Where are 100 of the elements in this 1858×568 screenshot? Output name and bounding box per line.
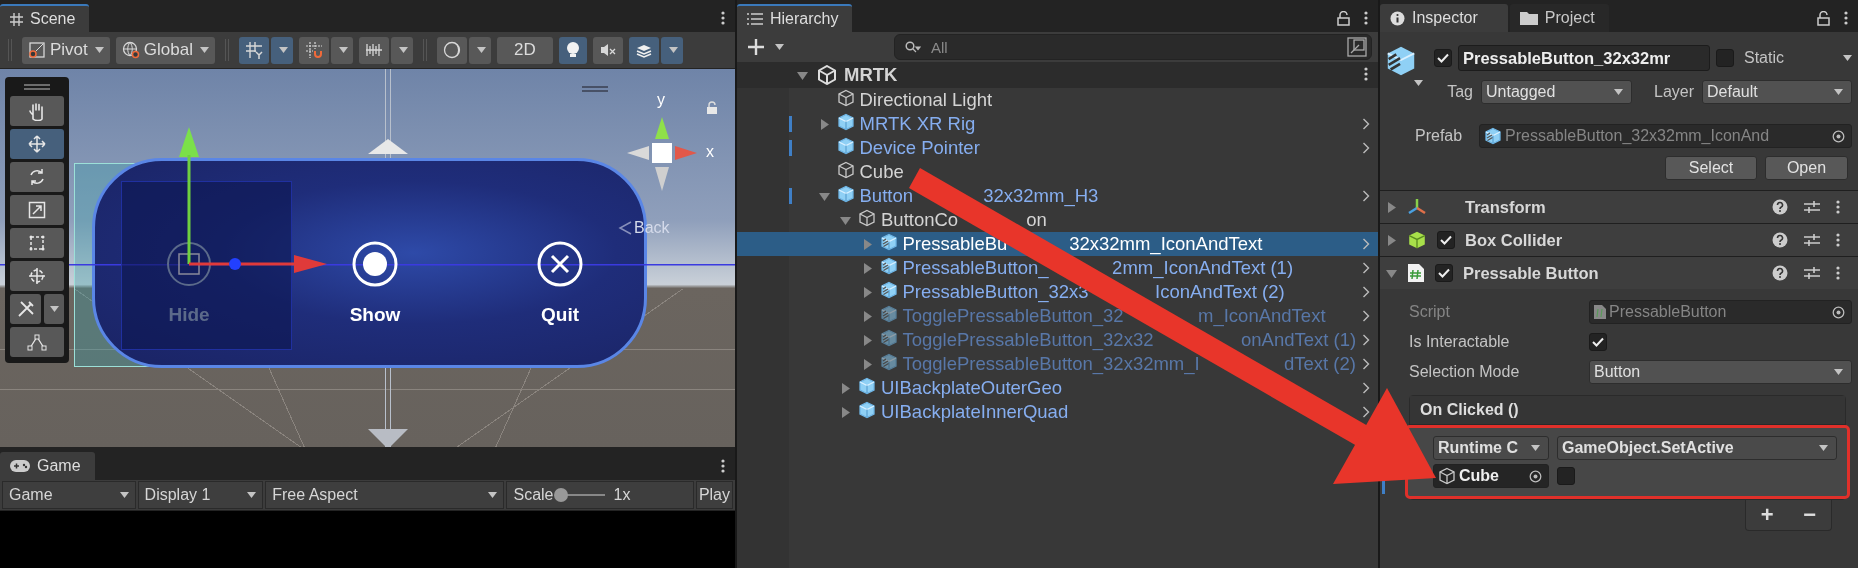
tool-button[interactable] <box>10 195 64 225</box>
hierarchy-item[interactable]: Button <box>859 185 913 207</box>
hierarchy-item[interactable]: UIBackplateInnerQuad <box>881 401 1069 423</box>
help-icon[interactable] <box>1772 232 1788 248</box>
more-icon[interactable] <box>1364 11 1368 25</box>
layer-dropdown[interactable]: Default <box>1702 80 1852 104</box>
caret-icon[interactable] <box>1414 80 1423 86</box>
menu-button[interactable] <box>660 36 683 64</box>
expanded-arrow-icon[interactable] <box>797 69 808 81</box>
active-checkbox[interactable] <box>1434 49 1452 67</box>
prefab-field[interactable]: PressableButton_32x32mm_IconAnd <box>1479 124 1852 148</box>
collapsed-arrow-icon[interactable] <box>1386 234 1397 246</box>
tool-button[interactable] <box>10 96 64 126</box>
toolbar-button[interactable] <box>238 36 269 64</box>
chevron-icon[interactable] <box>1362 190 1370 202</box>
collapsed-arrow-icon[interactable] <box>1386 201 1397 213</box>
menu-button[interactable] <box>270 36 293 64</box>
tool-button[interactable] <box>10 129 64 159</box>
collapsed-arrow-icon[interactable] <box>861 310 873 322</box>
checkbox[interactable] <box>1589 333 1607 351</box>
chevron-icon[interactable] <box>1362 382 1370 394</box>
chevron-icon[interactable] <box>1362 262 1370 274</box>
y-axis-handle[interactable] <box>179 127 199 264</box>
expanded-arrow-icon[interactable] <box>818 190 830 202</box>
tool-button[interactable] <box>10 261 64 291</box>
toolbar-button[interactable] <box>558 36 587 64</box>
toolbar-button[interactable] <box>592 36 623 64</box>
popout-icon[interactable] <box>1346 36 1368 58</box>
sliders-icon[interactable] <box>1804 199 1820 215</box>
object-picker-icon[interactable] <box>1529 469 1542 483</box>
chevron-icon[interactable] <box>1362 142 1370 154</box>
lock-icon[interactable] <box>1817 10 1830 26</box>
more-icon[interactable] <box>721 11 725 25</box>
hierarchy-item[interactable]: Cube <box>859 161 904 183</box>
chevron-icon[interactable] <box>1362 406 1370 418</box>
collapsed-arrow-icon[interactable] <box>861 358 873 370</box>
dropdown[interactable]: Global <box>115 36 215 64</box>
collapsed-arrow-icon[interactable] <box>861 334 873 346</box>
enable-checkbox[interactable] <box>1435 264 1453 282</box>
chevron-icon[interactable] <box>1362 286 1370 298</box>
panel-tab[interactable]: Inspector <box>1380 4 1508 32</box>
hierarchy-item[interactable]: ButtonCo <box>881 209 959 231</box>
component-header[interactable]: Transform <box>1380 190 1858 223</box>
mode-button[interactable]: 2D <box>496 36 553 64</box>
toolbar-button[interactable] <box>628 36 659 64</box>
add-button[interactable]: + <box>1760 502 1774 528</box>
argument-checkbox[interactable] <box>1557 467 1575 485</box>
sliders-icon[interactable] <box>1804 232 1820 248</box>
hierarchy-item[interactable]: UIBackplateOuterGeo <box>881 377 1062 399</box>
component-header[interactable]: Pressable Button <box>1380 256 1858 289</box>
panel-tab[interactable]: Project <box>1509 4 1609 32</box>
more-icon[interactable] <box>1836 266 1840 280</box>
hierarchy-item[interactable]: PressableButton_32x3 <box>902 281 1089 303</box>
remove-button[interactable]: − <box>1803 502 1817 528</box>
function-dropdown[interactable]: GameObject.SetActive <box>1557 436 1837 460</box>
name-field[interactable]: PressableButton_32x32mr <box>1458 45 1710 71</box>
collapsed-arrow-icon[interactable] <box>861 262 873 274</box>
add-icon[interactable] <box>747 38 765 56</box>
slider-thumb[interactable] <box>554 488 569 502</box>
toolbar-button[interactable] <box>436 36 467 64</box>
sliders-icon[interactable] <box>1804 265 1820 281</box>
hierarchy-item[interactable]: MRTK <box>844 64 898 86</box>
runtime-dropdown[interactable]: Runtime C <box>1433 436 1549 460</box>
more-icon[interactable] <box>1836 200 1840 214</box>
hierarchy-tab[interactable]: Hierarchy <box>737 4 853 32</box>
prefab-button[interactable]: Open <box>1765 156 1848 180</box>
scene-row[interactable]: MRTK <box>737 62 1378 88</box>
search-field[interactable]: All <box>894 34 1372 60</box>
play-focus-dropdown[interactable]: Play <box>695 481 733 509</box>
toolbar-button[interactable] <box>358 36 389 64</box>
dropdown[interactable]: Display 1 <box>137 481 264 509</box>
drag-handle-icon[interactable] <box>24 84 50 90</box>
hierarchy-item[interactable]: Device Pointer <box>859 137 980 159</box>
toolbar-button[interactable] <box>298 36 329 64</box>
menu-button[interactable] <box>330 36 353 64</box>
more-icon[interactable] <box>1836 233 1840 247</box>
more-icon[interactable] <box>1364 67 1368 81</box>
tool-button[interactable] <box>10 327 64 357</box>
chevron-icon[interactable] <box>1362 238 1370 250</box>
hierarchy-item[interactable]: PressableBu <box>902 233 1008 255</box>
lock-icon[interactable] <box>1337 10 1350 26</box>
game-tab[interactable]: Game <box>0 452 95 480</box>
help-icon[interactable] <box>1772 199 1788 215</box>
dropdown[interactable]: Button <box>1589 360 1852 384</box>
dropdown[interactable]: Game <box>2 481 136 509</box>
collapsed-arrow-icon[interactable] <box>840 382 851 394</box>
menu-button[interactable]: Quit <box>520 240 600 326</box>
collapsed-arrow-icon[interactable] <box>818 118 830 130</box>
menu-button[interactable] <box>390 36 413 64</box>
expanded-arrow-icon[interactable] <box>840 214 851 226</box>
selected-row[interactable]: PressableBu 32x32mm_IconAndText <box>737 232 1378 256</box>
tool-button[interactable] <box>10 162 64 192</box>
hierarchy-item[interactable]: PressableButton_ <box>902 257 1049 279</box>
tool-button[interactable] <box>10 228 64 258</box>
more-icon[interactable] <box>1844 11 1848 25</box>
hierarchy-item[interactable]: Directional Light <box>859 89 993 111</box>
more-icon[interactable] <box>721 459 725 473</box>
collapsed-arrow-icon[interactable] <box>861 286 873 298</box>
menu-button[interactable] <box>468 36 491 64</box>
hierarchy-item[interactable]: MRTK XR Rig <box>859 113 976 135</box>
